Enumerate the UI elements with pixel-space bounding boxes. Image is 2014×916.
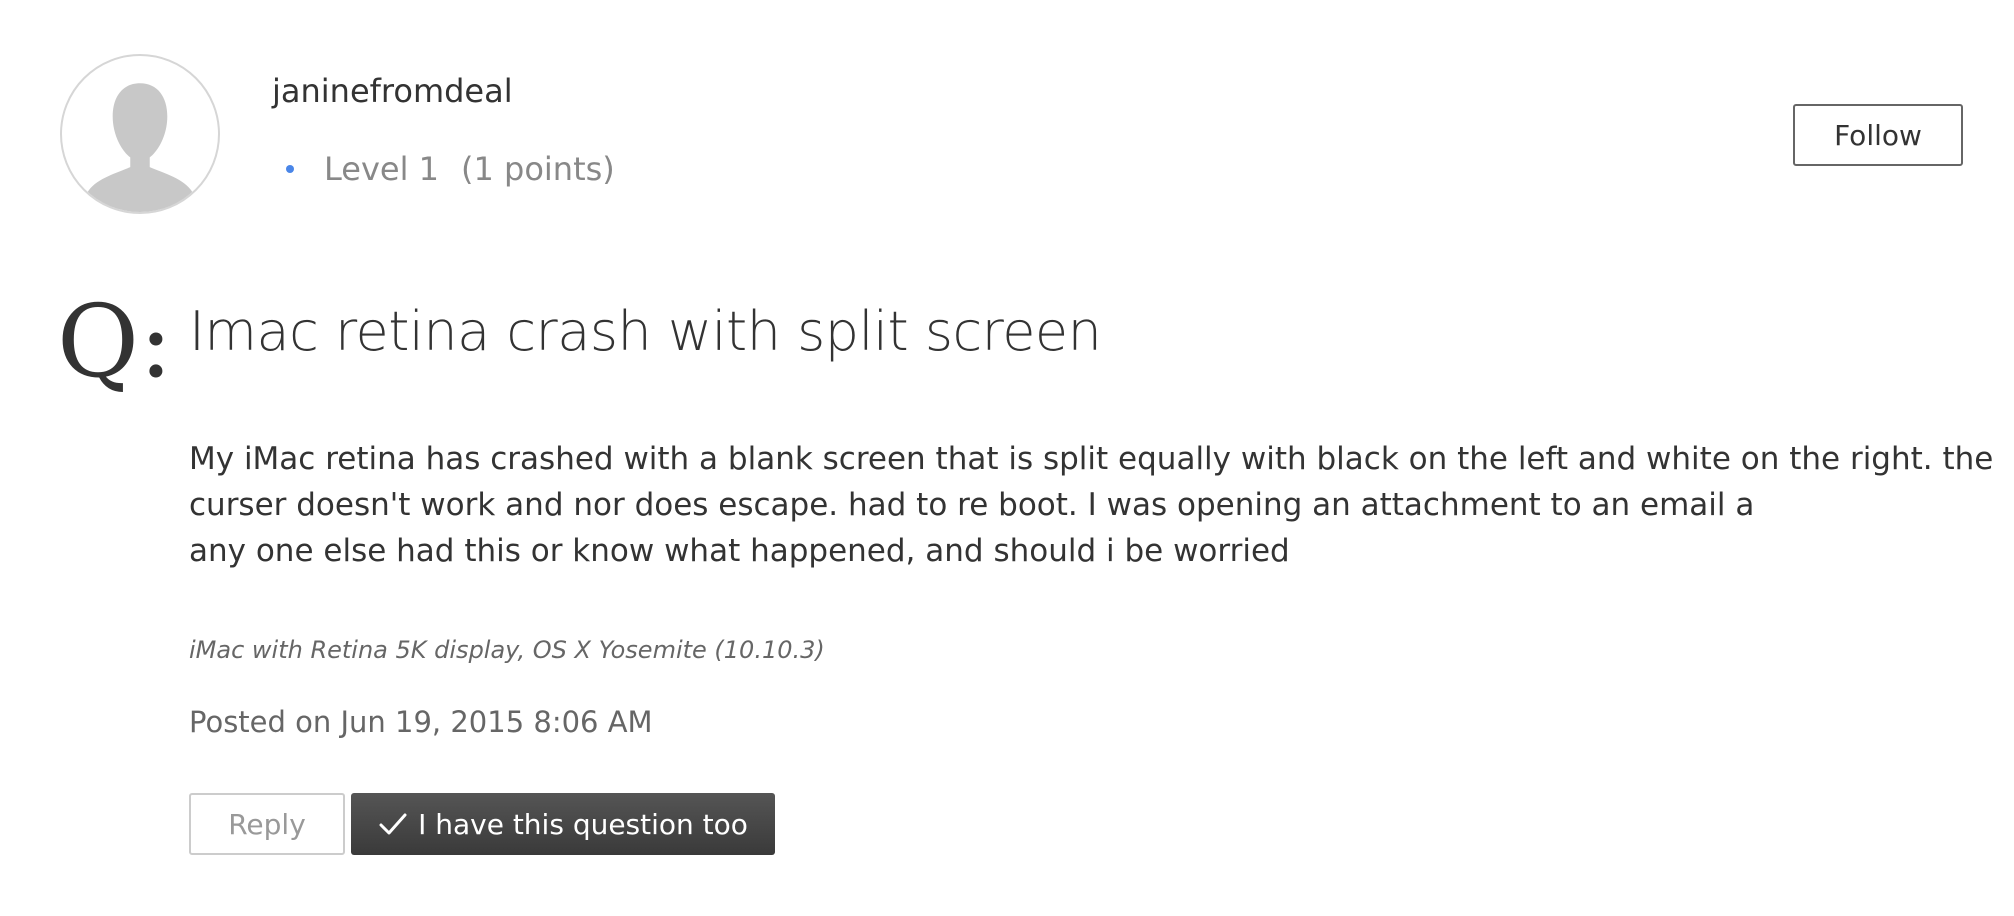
question-title: Imac retina crash with split screen bbox=[189, 300, 1102, 363]
level-points: (1 points) bbox=[461, 150, 615, 188]
question-body-line: My iMac retina has crashed with a blank … bbox=[189, 441, 1994, 477]
follow-button[interactable]: Follow bbox=[1793, 104, 1963, 166]
author-level: Level 1 (1 points) bbox=[286, 150, 615, 188]
checkmark-icon bbox=[378, 811, 408, 837]
level-bullet-icon bbox=[286, 165, 294, 173]
level-label: Level 1 bbox=[324, 150, 439, 188]
default-user-silhouette-icon bbox=[85, 83, 195, 212]
device-info: iMac with Retina 5K display, OS X Yosemi… bbox=[189, 636, 825, 664]
i-have-this-question-too-button[interactable]: I have this question too bbox=[351, 793, 775, 855]
reply-button[interactable]: Reply bbox=[189, 793, 345, 855]
question-body-line: any one else had this or know what happe… bbox=[189, 533, 1290, 569]
question-body-line: curser doesn't work and nor does escape.… bbox=[189, 487, 1755, 523]
avatar[interactable] bbox=[60, 54, 220, 214]
question-marker: Q: bbox=[57, 283, 173, 400]
author-username[interactable]: janinefromdeal bbox=[272, 72, 513, 110]
question-body: My iMac retina has crashed with a blank … bbox=[189, 436, 1994, 574]
question-too-label: I have this question too bbox=[418, 807, 748, 841]
posted-date: Posted on Jun 19, 2015 8:06 AM bbox=[189, 705, 653, 739]
